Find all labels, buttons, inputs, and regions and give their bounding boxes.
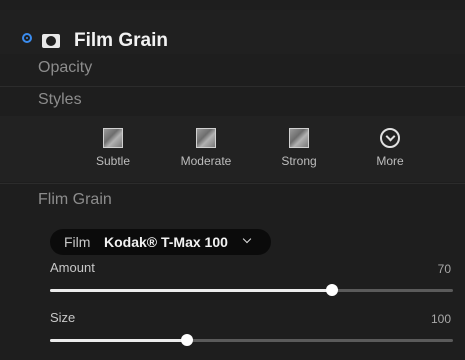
divider bbox=[0, 86, 465, 87]
section-title[interactable]: Flim Grain bbox=[38, 191, 112, 209]
amount-slider[interactable] bbox=[50, 284, 453, 296]
style-moderate-label: Moderate bbox=[180, 154, 232, 168]
enable-toggle[interactable] bbox=[22, 33, 32, 43]
size-slider-handle[interactable] bbox=[181, 334, 194, 346]
amount-value[interactable]: 70 bbox=[438, 262, 451, 276]
grain-strong-thumb bbox=[289, 128, 309, 148]
chevron-down-icon bbox=[242, 234, 252, 244]
size-value[interactable]: 100 bbox=[431, 312, 451, 326]
panel-title: Film Grain bbox=[74, 30, 168, 51]
style-more[interactable]: More bbox=[355, 128, 425, 168]
styles-label[interactable]: Styles bbox=[38, 91, 82, 109]
film-label: Film bbox=[64, 234, 91, 250]
film-value: Kodak® T-Max 100 bbox=[104, 234, 228, 250]
panel-header: Film Grain bbox=[0, 10, 465, 54]
mask-icon[interactable] bbox=[42, 34, 60, 48]
divider bbox=[0, 183, 465, 184]
style-more-label: More bbox=[376, 154, 404, 168]
opacity-label[interactable]: Opacity bbox=[38, 59, 92, 77]
grain-subtle-thumb bbox=[103, 128, 123, 148]
size-slider-fill bbox=[50, 339, 188, 342]
style-subtle-label: Subtle bbox=[95, 154, 131, 168]
grain-moderate-thumb bbox=[196, 128, 216, 148]
amount-label: Amount bbox=[50, 260, 95, 275]
film-dropdown[interactable]: Film Kodak® T-Max 100 bbox=[50, 229, 271, 255]
size-label: Size bbox=[50, 310, 76, 325]
amount-slider-handle[interactable] bbox=[326, 284, 339, 296]
amount-slider-fill bbox=[50, 289, 333, 292]
style-moderate[interactable]: Moderate bbox=[171, 128, 241, 168]
size-slider[interactable] bbox=[50, 334, 453, 346]
style-strong[interactable]: Strong bbox=[264, 128, 334, 168]
chevron-circle-down-icon bbox=[380, 128, 400, 148]
style-subtle[interactable]: Subtle bbox=[78, 128, 148, 168]
style-strong-label: Strong bbox=[281, 154, 317, 168]
